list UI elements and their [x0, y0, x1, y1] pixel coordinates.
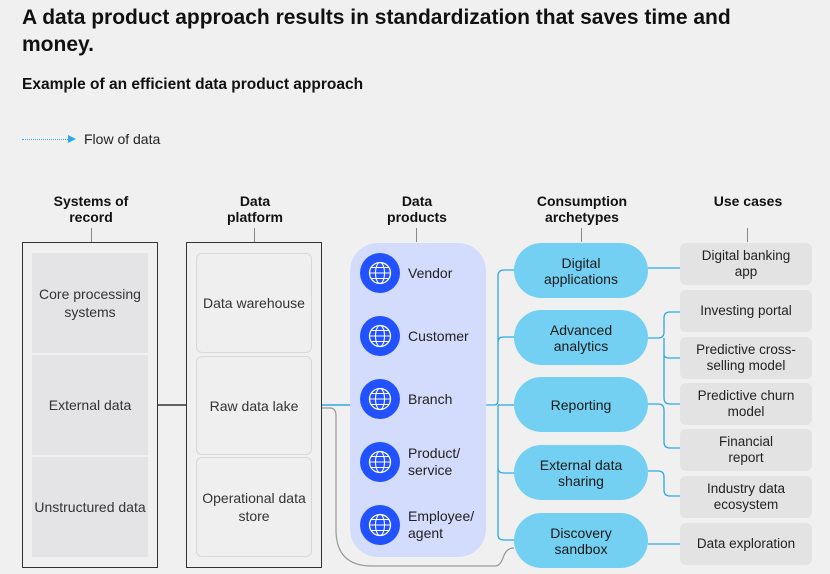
archetype-external-data-sharing: External data sharing — [514, 445, 648, 500]
archetype-reporting: Reporting — [514, 377, 648, 432]
use-case-item: Financial report — [680, 429, 812, 471]
use-case-item: Predictive churn model — [680, 383, 812, 425]
heading-systems-of-record: Systems of record — [53, 193, 129, 225]
globe-icon — [360, 505, 400, 545]
platform-item: Data warehouse — [196, 253, 312, 353]
sor-item: Unstructured data — [32, 457, 148, 557]
data-product-label: Vendor — [408, 264, 453, 281]
globe-icon — [360, 442, 400, 482]
archetype-label: External data sharing — [539, 456, 623, 489]
use-case-label: Industry data ecosystem — [706, 481, 786, 512]
sharing-to-ecosystem — [648, 470, 681, 497]
archetype-label: Advanced analytics — [549, 321, 613, 354]
use-case-item: Digital banking app — [680, 243, 812, 285]
data-products-list: Vendor Customer Branch Product/ service … — [360, 253, 484, 545]
sor-item: Core processing systems — [32, 253, 148, 353]
archetype-advanced-analytics: Advanced analytics — [514, 310, 648, 365]
data-product-product-service: Product/ service — [360, 442, 484, 482]
archetype-label: Reporting — [550, 396, 612, 413]
data-product-branch: Branch — [360, 379, 484, 419]
data-product-label: Customer — [408, 327, 469, 344]
use-case-label: Financial report — [718, 434, 774, 465]
analytics-to-churn — [663, 338, 681, 405]
globe-icon — [360, 379, 400, 419]
analytics-to-investing — [648, 311, 681, 339]
use-case-label: Investing portal — [700, 303, 792, 318]
heading-tick — [254, 228, 255, 242]
heading-tick — [747, 228, 748, 242]
brace-to-sharing — [497, 405, 514, 474]
reporting-to-financial — [648, 403, 681, 449]
archetype-label: Discovery sandbox — [550, 524, 612, 557]
heading-data-platform: Data platform — [227, 193, 283, 225]
heading-consumption-archetypes: Consumption archetypes — [536, 193, 628, 225]
archetype-label: Digital applications — [544, 254, 618, 287]
use-case-item: Predictive cross-selling model — [680, 337, 812, 379]
heading-tick — [416, 228, 417, 242]
data-product-customer: Customer — [360, 316, 484, 356]
use-case-label: Predictive cross-selling model — [696, 342, 796, 373]
use-case-label: Predictive churn model — [697, 388, 795, 419]
data-product-label: Branch — [408, 390, 453, 407]
data-product-label: Product/ service — [408, 445, 461, 478]
platform-item: Operational data store — [196, 457, 312, 557]
heading-tick — [581, 228, 582, 242]
use-case-item: Industry data ecosystem — [680, 476, 812, 518]
globe-icon — [360, 316, 400, 356]
archetype-digital-applications: Digital applications — [514, 243, 648, 298]
data-product-vendor: Vendor — [360, 253, 484, 293]
sor-item: External data — [32, 355, 148, 455]
heading-data-products: Data products — [387, 193, 447, 225]
heading-use-cases: Use cases — [713, 193, 783, 209]
platform-item: Raw data lake — [196, 356, 312, 455]
heading-tick — [91, 228, 92, 242]
use-case-item: Data exploration — [680, 523, 812, 565]
data-product-label: Employee/ agent — [408, 508, 475, 541]
use-case-item: Investing portal — [680, 290, 812, 332]
archetype-discovery-sandbox: Discovery sandbox — [514, 513, 648, 568]
globe-icon — [360, 253, 400, 293]
use-case-label: Digital banking app — [701, 248, 791, 279]
data-product-employee-agent: Employee/ agent — [360, 505, 484, 545]
brace-to-sandbox — [497, 468, 514, 541]
analytics-to-crosssell — [663, 354, 681, 359]
use-case-label: Data exploration — [696, 536, 796, 551]
brace-to-analytics — [497, 336, 514, 343]
